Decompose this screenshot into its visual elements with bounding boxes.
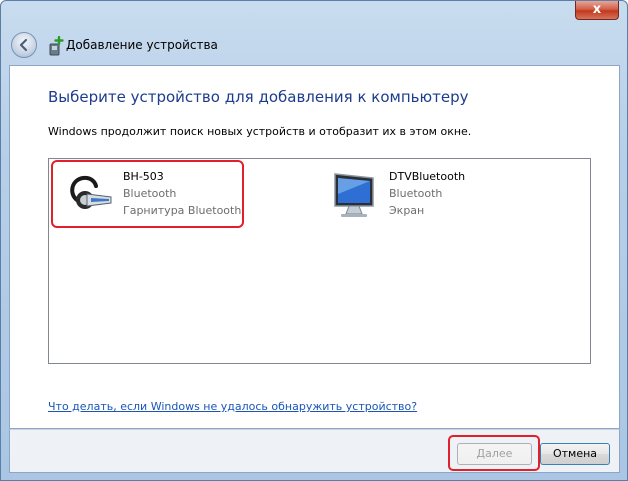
device-type: Bluetooth xyxy=(389,187,443,200)
device-category: Экран xyxy=(389,204,425,217)
back-arrow-icon xyxy=(19,38,28,52)
device-item-dtvbluetooth[interactable]: DTVBluetooth Bluetooth Экран xyxy=(319,164,519,226)
add-device-icon xyxy=(49,36,64,56)
close-button[interactable]: x xyxy=(575,1,619,20)
content-area: Выберите устройство для добавления к ком… xyxy=(9,65,620,429)
back-button[interactable] xyxy=(11,32,37,58)
cancel-button[interactable]: Отмена xyxy=(540,443,610,465)
monitor-icon xyxy=(334,173,374,217)
selection-highlight xyxy=(51,160,244,228)
page-title: Выберите устройство для добавления к ком… xyxy=(48,88,469,106)
next-button[interactable]: Далее xyxy=(457,443,532,465)
footer-bar: Далее Отмена xyxy=(9,429,620,473)
help-link[interactable]: Что делать, если Windows не удалось обна… xyxy=(48,400,417,413)
title-bar: Добавление устройства xyxy=(9,29,619,63)
dialog-window: x Добавление устройства Выберите устройс… xyxy=(0,0,628,481)
instruction-text: Windows продолжит поиск новых устройств … xyxy=(48,125,472,138)
device-name: DTVBluetooth xyxy=(389,170,466,183)
window-title: Добавление устройства xyxy=(66,38,218,52)
close-icon: x xyxy=(592,2,602,17)
device-list: BH-503 Bluetooth Гарнитура Bluetooth DTV… xyxy=(48,158,591,364)
